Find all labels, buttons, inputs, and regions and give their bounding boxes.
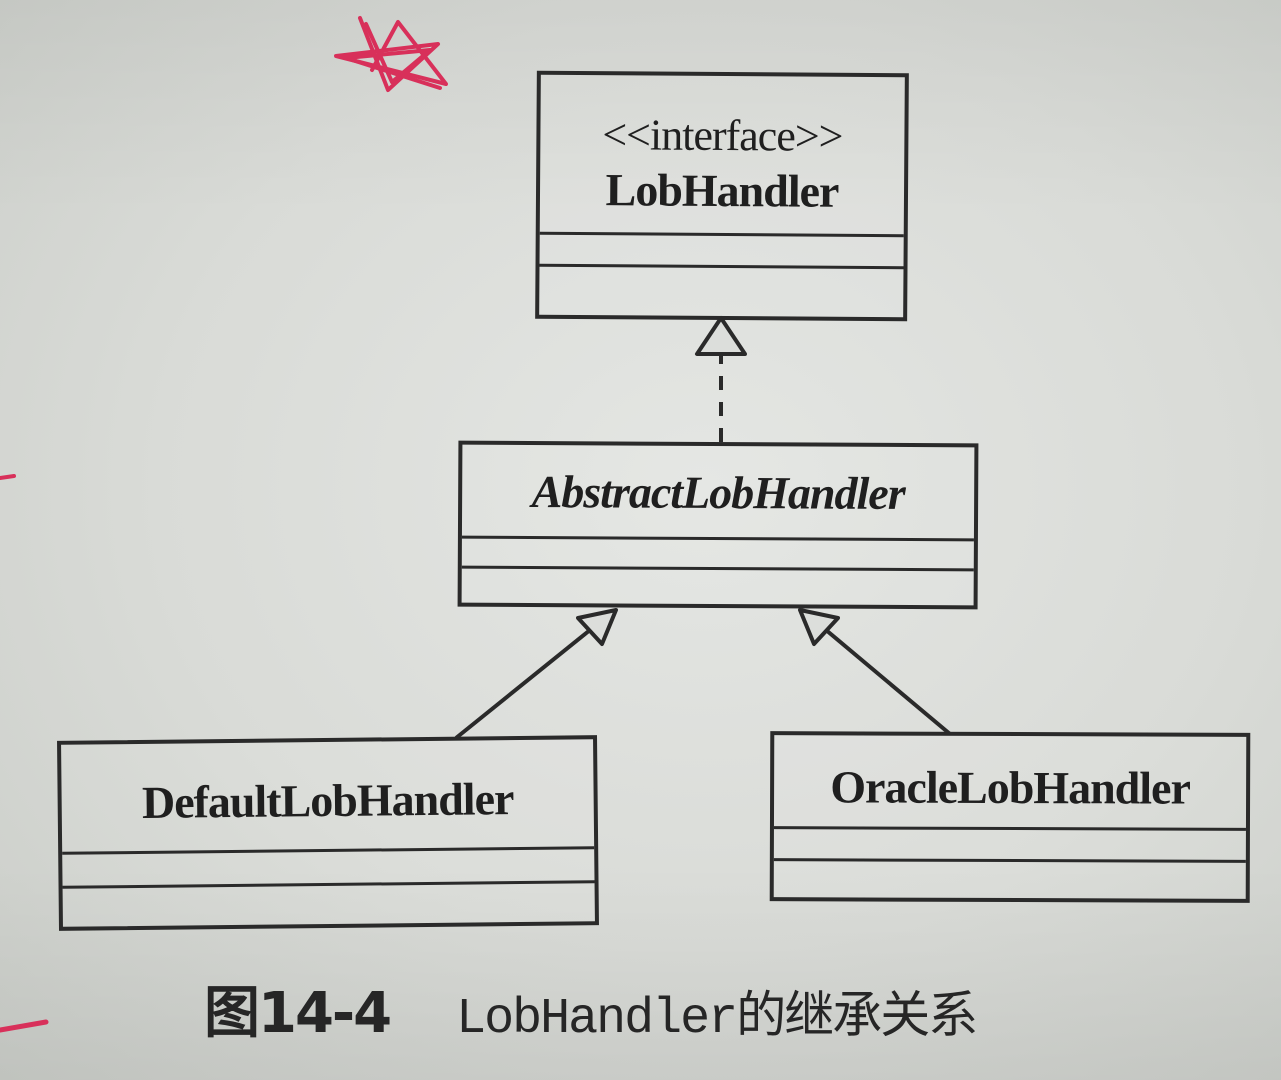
interface-stereotype: <<interface>> <box>602 110 843 161</box>
operations-compartment <box>462 569 974 606</box>
attributes-compartment <box>539 234 904 270</box>
generalization-arrow-oracle <box>798 608 952 736</box>
red-star-mark <box>334 16 448 92</box>
class-box-defaultlobhandler: DefaultLobHandler <box>57 735 599 931</box>
operations-compartment <box>774 861 1246 899</box>
operations-compartment <box>539 267 903 318</box>
red-margin-tick-top <box>0 474 16 480</box>
attributes-compartment <box>461 538 974 572</box>
class-name: DefaultLobHandler <box>61 739 595 855</box>
figure-caption-text: LobHandler的继承关系 <box>456 991 978 1048</box>
figure-number: 图14-4 <box>204 981 392 1046</box>
realization-arrow <box>695 316 747 442</box>
attributes-compartment <box>62 849 595 889</box>
class-name-compartment: <<interface>> LobHandler <box>539 74 905 238</box>
class-name: LobHandler <box>605 164 839 217</box>
class-box-oraclelobhandler: OracleLobHandler <box>769 731 1251 903</box>
class-name: AbstractLobHandler <box>461 444 975 542</box>
operations-compartment <box>63 883 595 927</box>
generalization-arrow-default <box>454 608 618 740</box>
figure-caption: 图14-4 LobHandler的继承关系 <box>204 974 978 1060</box>
class-box-abstractlobhandler: AbstractLobHandler <box>457 440 979 610</box>
attributes-compartment <box>773 829 1246 863</box>
class-name: OracleLobHandler <box>773 735 1247 831</box>
red-margin-tick-bottom <box>0 1019 49 1033</box>
class-box-lobhandler: <<interface>> LobHandler <box>535 70 909 322</box>
